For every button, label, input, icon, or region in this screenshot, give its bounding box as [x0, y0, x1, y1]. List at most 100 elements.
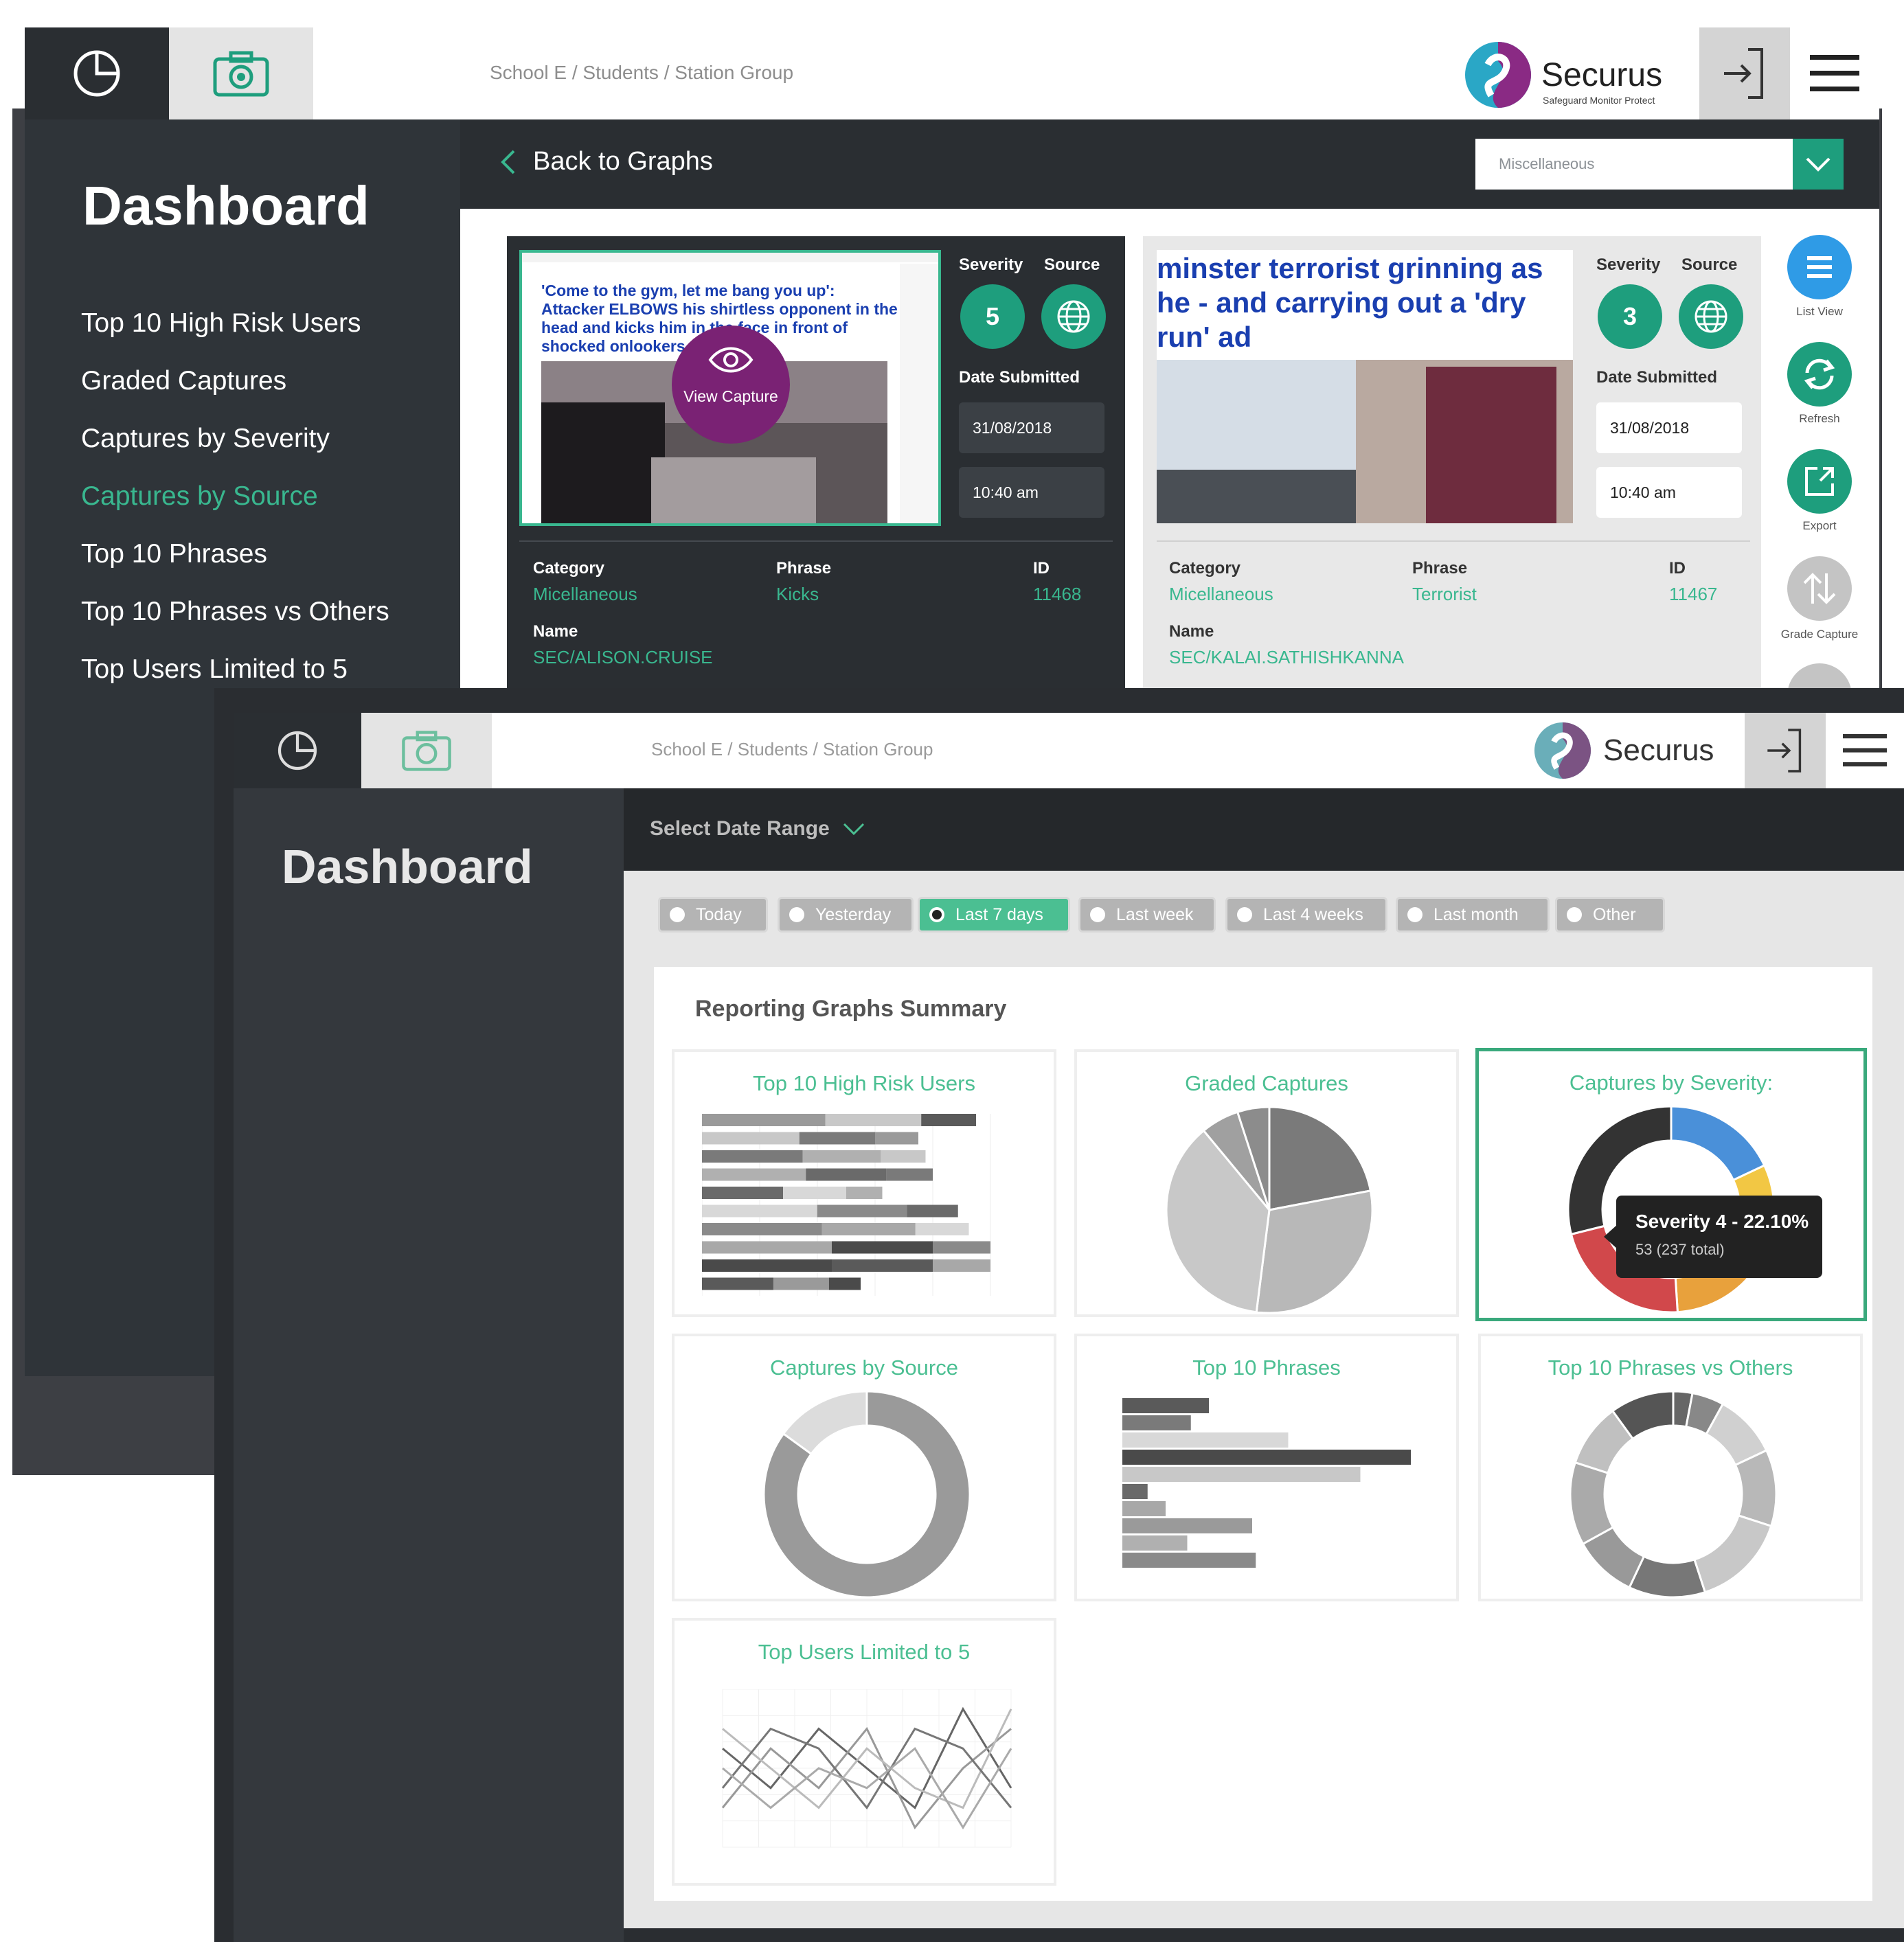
globe-icon	[1057, 300, 1090, 333]
capture-thumbnail-1[interactable]: 'Come to the gym, let me bang you up': A…	[519, 250, 941, 526]
time-submitted-value: 10:40 am	[1596, 467, 1742, 518]
grade-capture-button[interactable]	[1787, 556, 1852, 621]
bar	[1122, 1415, 1191, 1430]
bar	[1122, 1553, 1256, 1568]
bar-segment	[702, 1259, 832, 1272]
id-label: ID	[1669, 559, 1686, 578]
tile-top-users-limited-to-5[interactable]: Top Users Limited to 5	[672, 1618, 1056, 1886]
source-label: Source	[1681, 255, 1738, 274]
date-filter-today[interactable]: Today	[658, 897, 768, 933]
eye-icon	[708, 347, 753, 373]
tile-captures-by-source[interactable]: Captures by Source	[672, 1334, 1056, 1601]
date-submitted-label: Date Submitted	[1596, 368, 1718, 387]
bar	[1122, 1432, 1289, 1448]
tile-title: Top 10 High Risk Users	[753, 1071, 975, 1095]
bar-segment	[702, 1204, 817, 1218]
captures-tab-button[interactable]	[169, 27, 313, 119]
view-capture-label: View Capture	[683, 387, 778, 405]
chevron-down-icon	[1806, 157, 1831, 172]
chart-captures-by-source	[764, 1391, 970, 1597]
tile-top-10-phrases-vs-others[interactable]: Top 10 Phrases vs Others	[1478, 1334, 1863, 1601]
chevron-down-icon	[843, 823, 864, 836]
date-submitted-value: 31/08/2018	[1596, 402, 1742, 453]
bar	[1122, 1535, 1188, 1551]
export-button[interactable]	[1787, 449, 1852, 514]
sidebar-item-top-10-phrases[interactable]: Top 10 Phrases	[81, 525, 389, 583]
bar-segment	[783, 1187, 846, 1199]
bar-segment	[886, 1168, 933, 1181]
sidebar-item-graded-captures[interactable]: Graded Captures	[81, 352, 389, 410]
brand-tagline: Safeguard Monitor Protect	[1543, 95, 1655, 106]
tooltip-line-2: 53 (237 total)	[1635, 1241, 1725, 1258]
card-divider	[1157, 540, 1750, 542]
bar	[1122, 1450, 1411, 1465]
date-filter-yesterday[interactable]: Yesterday	[778, 897, 914, 933]
tile-title: Captures by Severity:	[1569, 1071, 1773, 1095]
date-submitted-label: Date Submitted	[959, 368, 1080, 387]
date-range-dropdown[interactable]: Select Date Range	[650, 817, 865, 841]
menu-button[interactable]	[1790, 27, 1879, 119]
capture-thumbnail-2[interactable]: minster terrorist grinning as he - and c…	[1157, 250, 1573, 523]
bar	[1122, 1501, 1166, 1516]
sidebar-item-top-10-phrases-vs-others[interactable]: Top 10 Phrases vs Others	[81, 583, 389, 641]
sidebar-item-captures-by-source[interactable]: Captures by Source	[81, 468, 389, 525]
capture-card-1[interactable]: 'Come to the gym, let me bang you up': A…	[507, 236, 1125, 689]
bar-segment	[799, 1132, 875, 1145]
refresh-button[interactable]	[1787, 342, 1852, 407]
list-view-button[interactable]	[1787, 235, 1852, 299]
date-filter-last-7-days[interactable]: Last 7 days	[918, 897, 1070, 933]
date-filter-other[interactable]: Other	[1555, 897, 1665, 933]
tile-top-10-phrases[interactable]: Top 10 Phrases	[1074, 1334, 1459, 1601]
bar-segment	[702, 1187, 784, 1199]
pie-chart-icon	[73, 50, 120, 97]
bar-segment	[915, 1223, 969, 1235]
id-label: ID	[1033, 559, 1050, 578]
breadcrumb: School E / Students / Station Group	[651, 739, 933, 759]
globe-icon	[1695, 300, 1727, 333]
captures-tab-button[interactable]	[361, 713, 492, 788]
back-to-graphs-button[interactable]: Back to Graphs	[500, 147, 713, 176]
tile-captures-by-severity[interactable]: Captures by Severity: Severity 4 - 22.10…	[1475, 1048, 1867, 1321]
capture-card-2[interactable]: minster terrorist grinning as he - and c…	[1143, 236, 1761, 689]
securus-logo-mark	[1534, 722, 1591, 779]
name-label: Name	[1169, 622, 1214, 641]
dashboard-tab-button[interactable]	[234, 713, 361, 788]
date-filter-last-week[interactable]: Last week	[1078, 897, 1216, 933]
camera-icon	[213, 51, 269, 97]
bar-segment	[806, 1168, 887, 1181]
sidebar-item-captures-by-severity[interactable]: Captures by Severity	[81, 410, 389, 468]
category-select[interactable]: Miscellaneous	[1475, 139, 1844, 190]
back-top-bar: School E / Students / Station Group Secu…	[25, 27, 1879, 119]
bar-segment	[702, 1223, 822, 1235]
bar-segment	[832, 1259, 933, 1272]
sidebar-item-top-10-high-risk-users[interactable]: Top 10 High Risk Users	[81, 295, 389, 352]
bar	[1122, 1484, 1148, 1499]
back-top-panel: Back to Graphs Miscellaneous	[460, 119, 1879, 209]
bar-segment	[828, 1277, 861, 1290]
bar-segment	[933, 1259, 990, 1272]
tile-title: Captures by Source	[770, 1356, 958, 1380]
logout-button[interactable]	[1699, 27, 1790, 119]
bar-segment	[821, 1223, 916, 1235]
source-badge	[1041, 284, 1106, 349]
view-capture-button[interactable]: View Capture	[672, 325, 790, 444]
dashboard-tab-button[interactable]	[25, 27, 169, 119]
tile-top-10-high-risk-users[interactable]: Top 10 High Risk Users	[672, 1049, 1056, 1317]
severity-badge: 3	[1598, 284, 1662, 349]
date-filter-last-month[interactable]: Last month	[1396, 897, 1550, 933]
menu-button[interactable]	[1826, 713, 1904, 788]
category-label: Category	[533, 559, 605, 578]
sort-arrows-icon	[1803, 573, 1836, 604]
chevron-left-icon	[501, 150, 515, 174]
logout-button[interactable]	[1745, 713, 1826, 788]
date-filter-last-4-weeks[interactable]: Last 4 weeks	[1225, 897, 1387, 933]
category-value: Micellaneous	[1169, 584, 1273, 604]
source-badge	[1679, 284, 1743, 349]
tile-graded-captures[interactable]: Graded Captures	[1074, 1049, 1459, 1317]
breadcrumb: School E / Students / Station Group	[490, 62, 794, 83]
phrase-label: Phrase	[776, 559, 832, 578]
severity-tooltip: Severity 4 - 22.10% 53 (237 total)	[1604, 1196, 1822, 1278]
category-select-toggle[interactable]	[1793, 139, 1844, 190]
back-main-panel: Back to Graphs Miscellaneous 'Come to th…	[460, 119, 1879, 728]
pie-chart-icon	[277, 731, 317, 770]
